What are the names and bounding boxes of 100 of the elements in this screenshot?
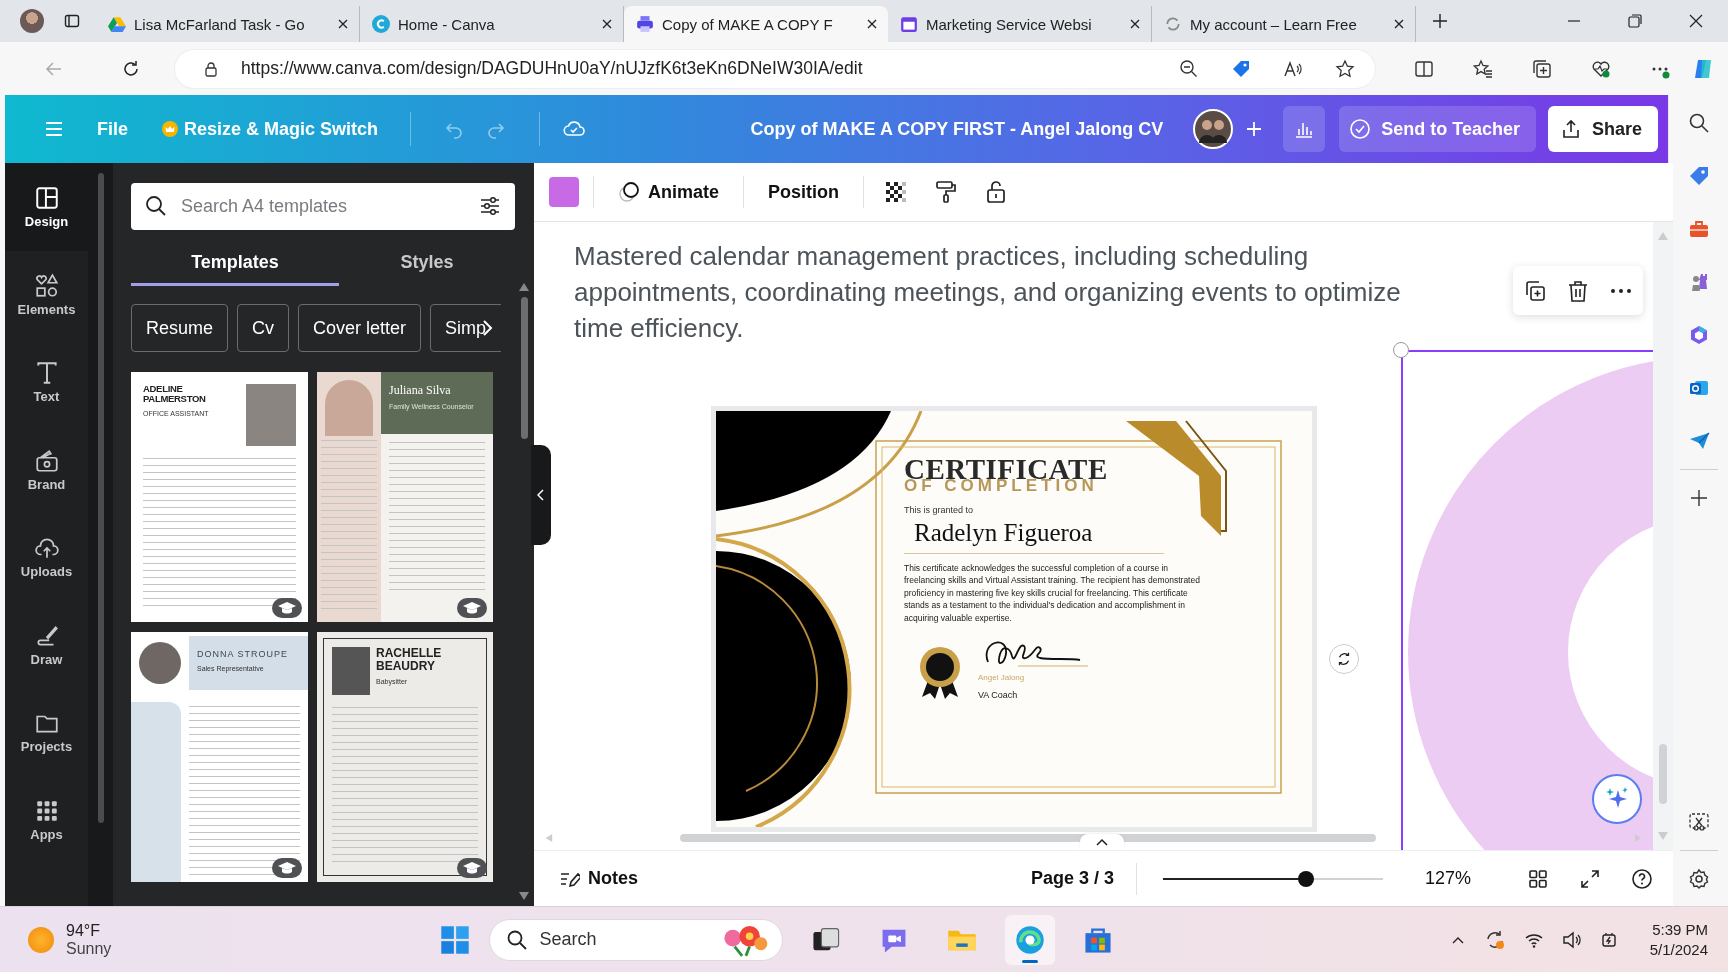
award-seal-icon — [918, 645, 962, 701]
rotate-icon[interactable] — [1329, 644, 1359, 674]
brand-kit-icon — [33, 447, 60, 474]
clock[interactable]: 5:39 PM 5/1/2024 — [1649, 921, 1708, 958]
document-title[interactable]: Copy of MAKE A COPY FIRST - Angel Jalong CV — [586, 118, 1194, 140]
scrollbar-thumb[interactable] — [97, 173, 104, 823]
browser-tab[interactable]: Copy of MAKE A COPY F — [624, 6, 888, 42]
share-button[interactable]: Share — [1547, 106, 1658, 152]
sun-icon — [28, 926, 54, 953]
close-icon[interactable] — [1688, 13, 1704, 29]
close-icon[interactable] — [601, 18, 613, 30]
screenshot-icon[interactable] — [1687, 811, 1710, 833]
filter-chip[interactable]: Resume — [131, 304, 229, 352]
filter-chip[interactable]: Cover letter — [298, 304, 422, 352]
signer-title: VA Coach — [978, 688, 1019, 701]
canva-icon — [372, 15, 390, 33]
filter-chip[interactable]: Cv — [237, 304, 290, 352]
chevron-up-icon — [1096, 838, 1108, 846]
new-tab-icon[interactable] — [1432, 13, 1448, 29]
transparency-icon[interactable] — [884, 180, 908, 204]
close-icon[interactable] — [1393, 18, 1405, 30]
lock-icon — [203, 60, 219, 77]
address-field[interactable]: https://www.canva.com/design/DAGDUHnU0aY/nUJzfK6t3eKn6DNeIW30IA/edit — [175, 49, 1375, 88]
close-icon[interactable] — [866, 18, 878, 30]
scrollbar-thumb[interactable] — [1659, 744, 1667, 804]
crown-icon — [162, 121, 178, 137]
animate-button[interactable]: Animate — [608, 175, 729, 209]
circles-icon — [618, 181, 640, 203]
favorites-icon[interactable] — [1473, 58, 1493, 79]
color-swatch[interactable] — [549, 177, 579, 207]
panel-tab[interactable]: Templates — [131, 242, 339, 286]
insights-button[interactable] — [1283, 106, 1326, 152]
template-name: Juliana Silva — [389, 384, 452, 398]
heart-pulse-icon[interactable] — [1591, 58, 1611, 79]
certificate-label: This is granted to — [904, 504, 974, 517]
template-name: ADELINE PALMERSTON — [143, 384, 207, 405]
settings-icon[interactable] — [1687, 868, 1710, 890]
sidebar-item[interactable]: Design — [5, 163, 88, 251]
panel-tab[interactable]: Styles — [339, 242, 515, 286]
collapse-panel-button[interactable] — [531, 445, 551, 545]
expand-pages-button[interactable] — [1080, 834, 1124, 850]
search-field[interactable]: Search A4 templates — [131, 183, 515, 230]
tag-icon[interactable] — [1231, 58, 1251, 79]
volume-icon[interactable] — [1561, 929, 1582, 950]
graduation-cap-icon — [457, 858, 487, 878]
calendar-icon — [900, 15, 918, 33]
photo-placeholder — [246, 384, 296, 446]
signer-name: Angel Jalong — [978, 672, 1026, 684]
notes-button[interactable]: Notes — [552, 863, 644, 894]
graduation-cap-icon — [272, 858, 302, 878]
template-name: RACHELLE BEAUDRY — [376, 647, 443, 674]
loading-icon — [1164, 15, 1182, 33]
split-screen-icon[interactable] — [1414, 58, 1434, 79]
weather-widget[interactable]: 94°F Sunny — [28, 921, 112, 958]
collaborator-avatar[interactable] — [1193, 109, 1234, 149]
collections-icon[interactable] — [1532, 58, 1552, 79]
scrollbar-thumb[interactable] — [520, 297, 528, 439]
trash-icon[interactable] — [1566, 278, 1590, 303]
restore-icon[interactable] — [1627, 13, 1643, 29]
check-circle-icon — [1349, 118, 1372, 140]
search-icon — [145, 195, 167, 217]
certificate-subtitle: OF COMPLETION — [904, 479, 1098, 492]
grid-view-icon[interactable] — [1527, 867, 1549, 890]
graduation-cap-icon — [457, 598, 487, 618]
browser-icon — [1013, 923, 1046, 956]
zoom-out-icon[interactable] — [1179, 58, 1199, 79]
help-icon[interactable] — [1631, 867, 1653, 890]
refresh-icon[interactable] — [121, 58, 141, 79]
selection-handle[interactable] — [1393, 342, 1409, 358]
recipient-name: Radelyn Figueroa — [913, 517, 1094, 548]
scroll-down-icon[interactable] — [519, 892, 529, 900]
taskbar-search-field[interactable]: Search — [488, 918, 783, 961]
position-button[interactable]: Position — [758, 175, 849, 209]
send-to-teacher-button[interactable]: Send to Teacher — [1339, 106, 1536, 152]
tab-actions-icon[interactable] — [64, 13, 80, 29]
filter-icon[interactable] — [479, 195, 501, 217]
scroll-up-icon[interactable] — [519, 283, 529, 291]
start-icon[interactable] — [438, 923, 471, 956]
zoom-level[interactable]: 127% — [1418, 864, 1477, 893]
photo-placeholder — [325, 380, 373, 436]
paint-roller-icon[interactable] — [934, 180, 958, 204]
fullscreen-icon[interactable] — [1579, 867, 1601, 890]
lock-icon[interactable] — [984, 180, 1008, 204]
printer-icon — [636, 15, 654, 33]
search-icon[interactable] — [1687, 112, 1710, 134]
close-icon[interactable] — [337, 18, 349, 30]
star-icon[interactable] — [1335, 58, 1355, 79]
toolbox-icon[interactable] — [1687, 218, 1710, 240]
experience-paragraph: Mastered calendar management practices, including scheduling appointments, coordinating meetings, and organizing events to optimize time efficiency. — [574, 240, 1402, 345]
page-indicator[interactable]: Page 3 / 3 — [1024, 864, 1120, 893]
template-name: DONNA STROUPE — [197, 650, 289, 661]
search-icon — [505, 928, 528, 951]
drive-icon — [108, 15, 126, 33]
scrollbar-thumb[interactable] — [680, 834, 1376, 842]
photo-placeholder — [139, 642, 181, 684]
profile-avatar[interactable] — [20, 9, 44, 33]
layout-icon — [33, 185, 60, 211]
filter-chip[interactable]: Simp — [430, 304, 501, 352]
close-icon[interactable] — [1129, 18, 1141, 30]
chevron-left-icon — [537, 489, 545, 501]
